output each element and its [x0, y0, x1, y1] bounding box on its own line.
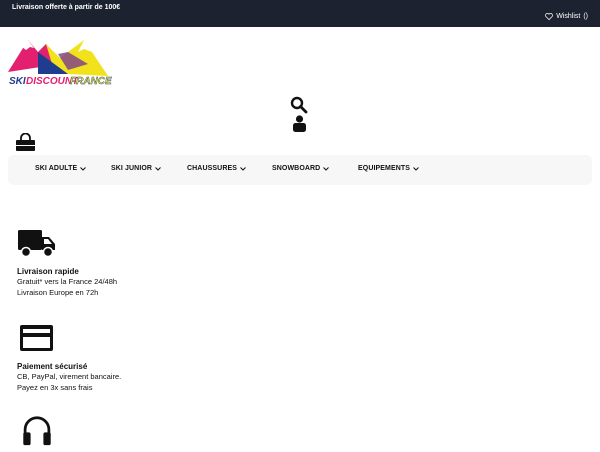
nav-item-snowboard[interactable]: SNOWBOARD: [272, 165, 330, 172]
wishlist-link[interactable]: Wishlist (): [545, 13, 588, 20]
promo-text: Livraison offerte à partir de 100€: [12, 4, 121, 11]
feature-line: Livraison Europe en 72h: [17, 288, 99, 297]
nav-item-chaussures[interactable]: CHAUSSURES: [187, 165, 246, 172]
top-bar: Livraison offerte à partir de 100€ Wishl…: [0, 0, 600, 27]
feature-line: CB, PayPal, virement bancaire.: [17, 372, 122, 381]
nav-item-label: SNOWBOARD: [272, 165, 321, 172]
chevron-down-icon: [155, 166, 161, 171]
nav-item-label: SKI ADULTE: [35, 165, 78, 172]
logo-mountains: SKI DISCOUNT FRANCE: [8, 40, 112, 87]
chevron-down-icon: [323, 166, 330, 171]
nav-item-label: SKI JUNIOR: [111, 165, 153, 172]
site-logo[interactable]: SKI DISCOUNT FRANCE: [8, 34, 112, 88]
feature-line: Gratuit* vers la France 24/48h: [17, 277, 118, 286]
chevron-down-icon: [240, 166, 246, 171]
main-nav: SKI ADULTE SKI JUNIOR CHAUSSURES SNOWBOA…: [8, 155, 592, 185]
credit-card-icon: [20, 325, 53, 351]
nav-item-equipements[interactable]: EQUIPEMENTS: [358, 165, 419, 172]
feature-title: Paiement sécurisé: [17, 362, 88, 371]
feature-paiement: Paiement sécurisé CB, PayPal, virement b…: [17, 323, 217, 393]
user-icon: [293, 115, 306, 132]
logo-word-ski: SKI: [9, 76, 26, 87]
headset-icon: [23, 416, 51, 446]
feature-line: Payez en 3x sans frais: [17, 383, 93, 392]
cart-button[interactable]: [15, 132, 36, 157]
account-button[interactable]: [293, 115, 306, 137]
feature-livraison: Livraison rapide Gratuit* vers la France…: [17, 228, 217, 298]
feature-title: Livraison rapide: [17, 267, 79, 276]
nav-item-label: CHAUSSURES: [187, 165, 238, 172]
feature-support: [17, 415, 217, 452]
nav-item-ski-junior[interactable]: SKI JUNIOR: [111, 165, 161, 172]
logo-word-france: FRANCE: [70, 76, 112, 87]
nav-item-ski-adulte[interactable]: SKI ADULTE: [35, 165, 87, 172]
cart-icon: [16, 132, 35, 151]
wishlist-label: Wishlist: [556, 13, 581, 20]
chevron-down-icon: [413, 166, 419, 171]
heart-icon: [545, 13, 554, 20]
search-icon: [290, 96, 308, 114]
truck-icon: [18, 230, 55, 258]
chevron-down-icon: [80, 166, 87, 171]
nav-item-label: EQUIPEMENTS: [358, 165, 411, 172]
wishlist-count: (): [583, 13, 588, 20]
